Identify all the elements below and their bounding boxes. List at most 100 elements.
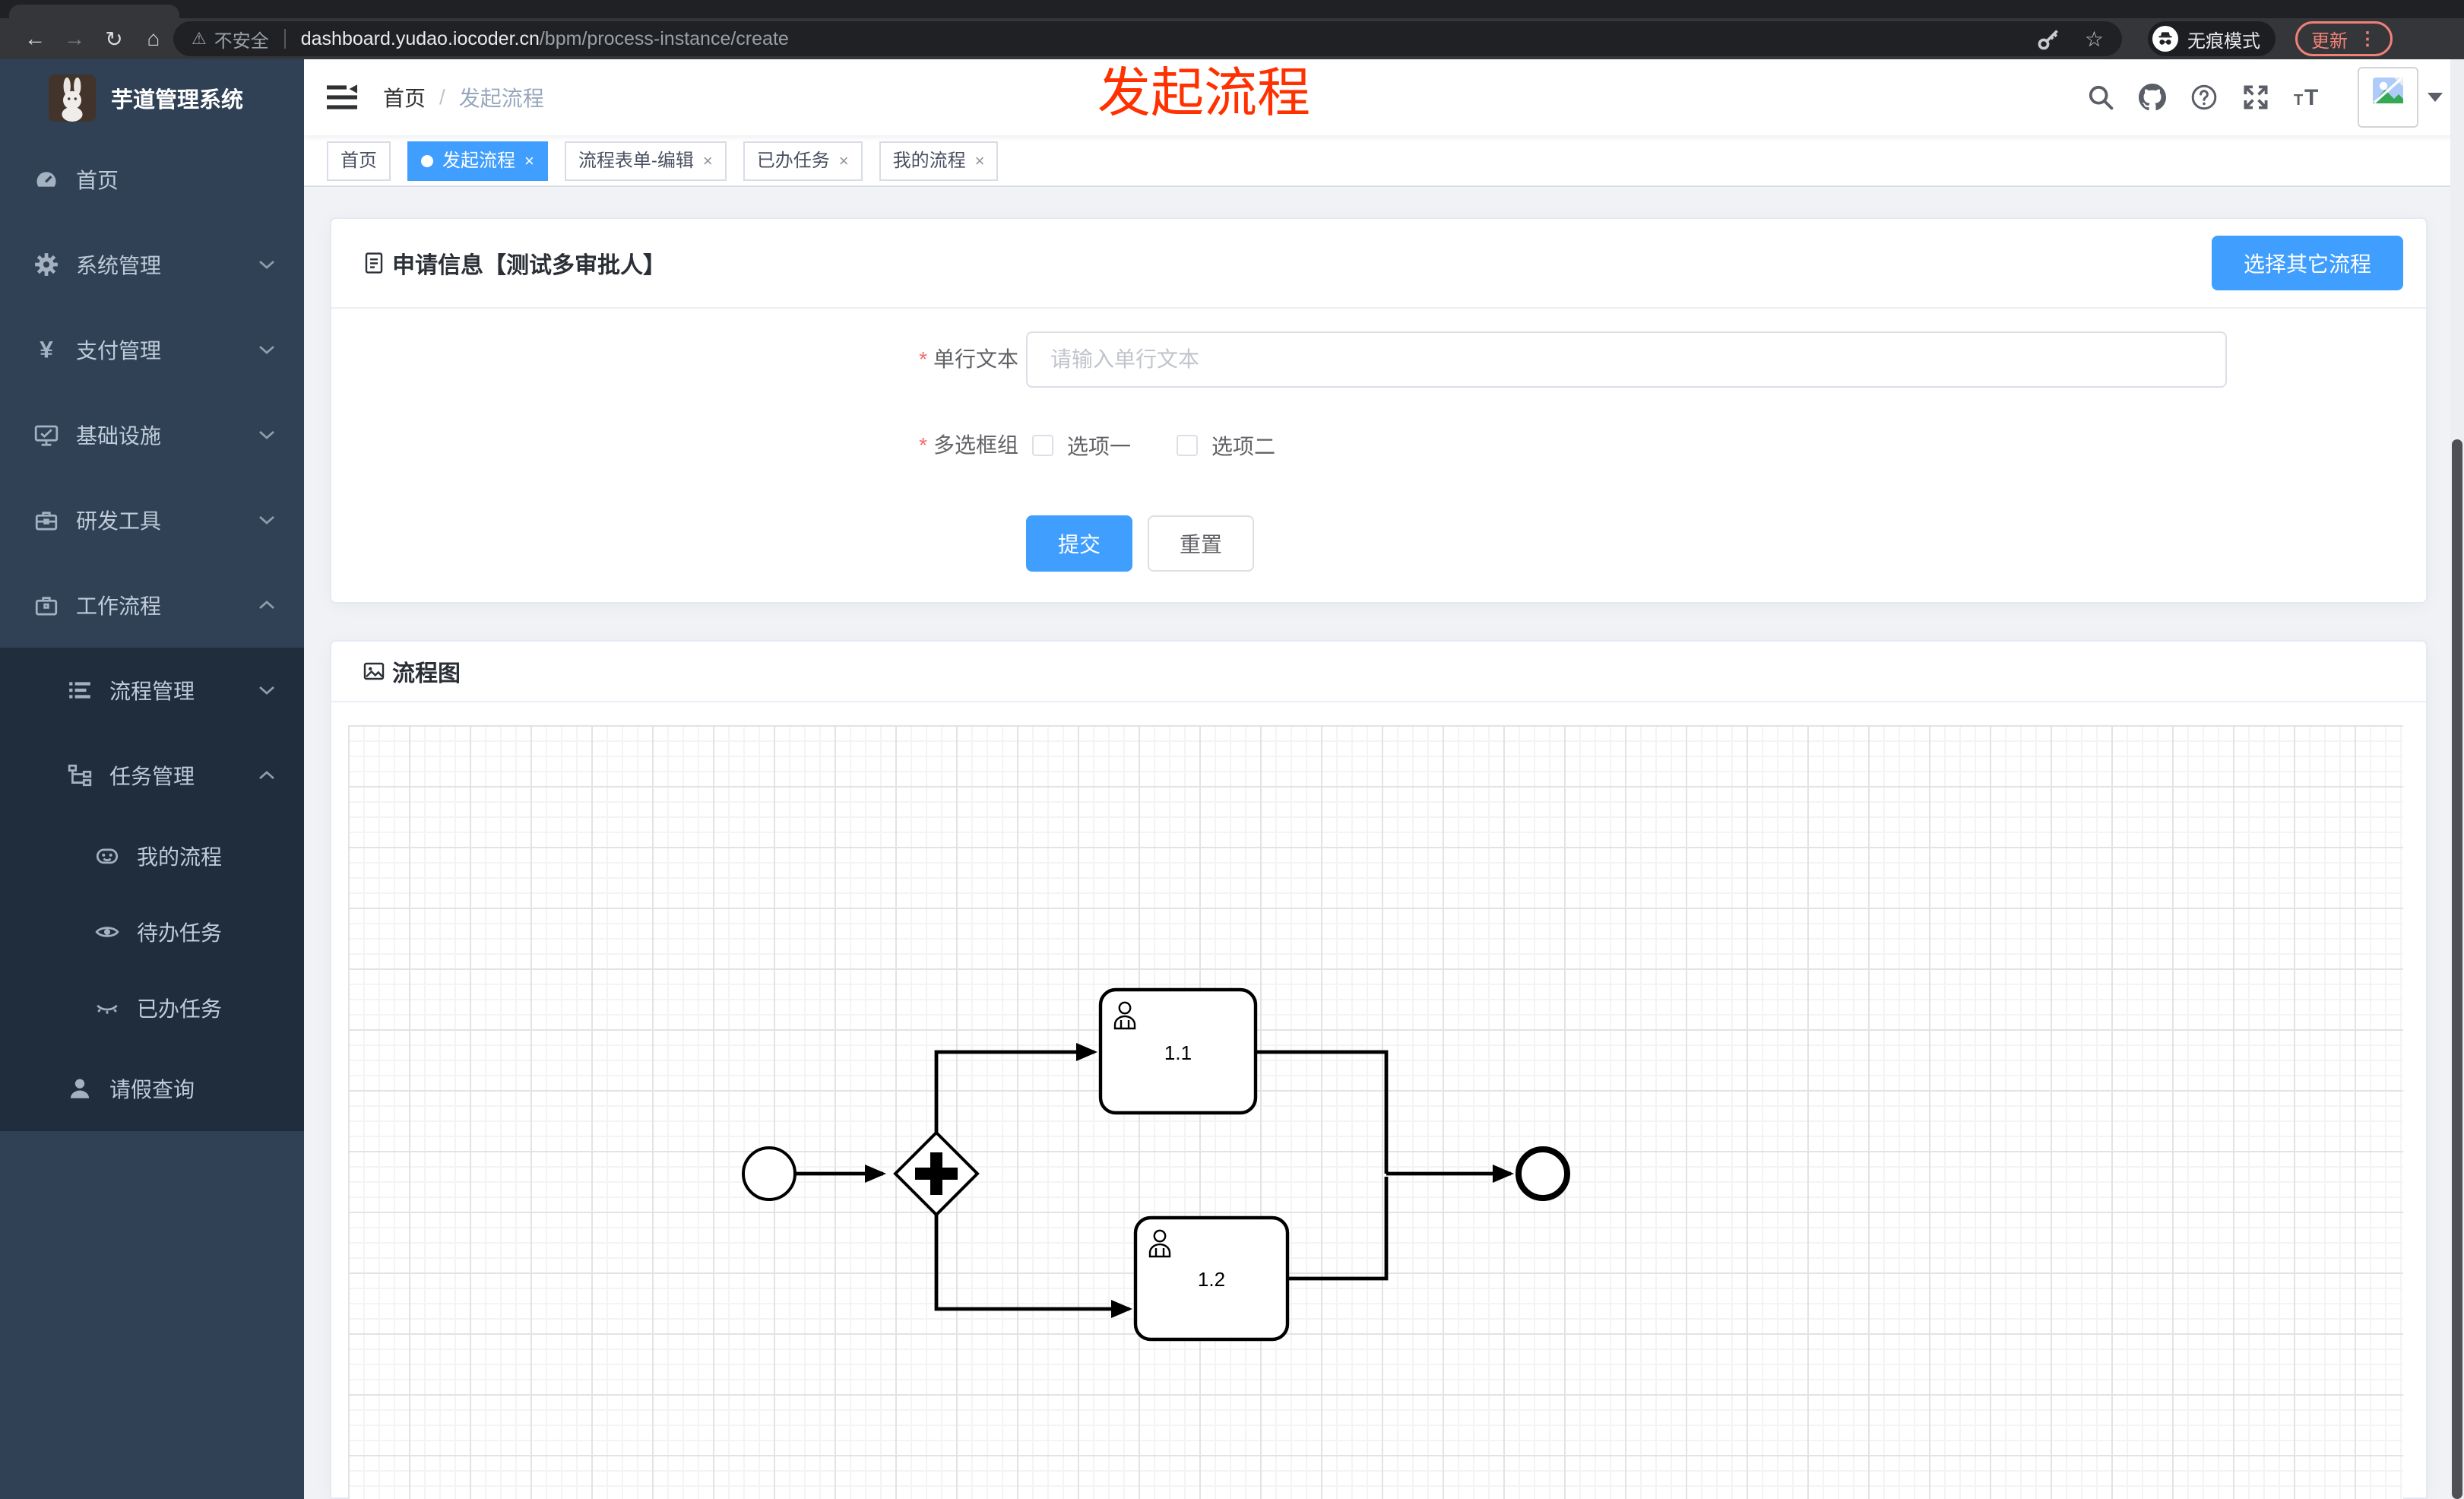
help-icon[interactable] [2190, 84, 2218, 111]
browser-active-tab[interactable] [9, 5, 179, 18]
checkbox-label[interactable]: 选项二 [1211, 430, 1275, 461]
required-asterisk: * [919, 347, 927, 371]
breadcrumb-home[interactable]: 首页 [383, 82, 426, 113]
bpmn-end-event[interactable] [1515, 1146, 1570, 1201]
checkbox-label[interactable]: 选项一 [1067, 430, 1131, 461]
toolbox-icon [35, 512, 58, 531]
chevron-down-icon [259, 260, 274, 269]
tag-dot [421, 155, 433, 167]
top-navbar: 首页 / 发起流程 TT [304, 59, 2464, 135]
browser-menu-icon[interactable]: ⋮ [2358, 28, 2377, 50]
reload-icon[interactable]: ↻ [94, 27, 134, 52]
reset-button[interactable]: 重置 [1148, 515, 1254, 572]
sidebar-item-label: 我的流程 [137, 845, 223, 869]
tree-icon [68, 764, 92, 787]
sidebar-item-workflow[interactable]: 工作流程 [0, 563, 304, 648]
tag-label: 我的流程 [892, 151, 966, 171]
bpmn-parallel-gateway[interactable] [893, 1130, 980, 1217]
tag-my-process[interactable]: 我的流程 × [879, 141, 999, 181]
forward-icon[interactable]: → [55, 27, 94, 51]
sidebar-item-infrastructure[interactable]: 基础设施 [0, 392, 304, 477]
url-path: /bpm/process-instance/create [539, 27, 789, 49]
back-icon[interactable]: ← [15, 27, 55, 51]
gear-icon [35, 253, 58, 276]
sidebar-item-devtools[interactable]: 研发工具 [0, 477, 304, 563]
tags-view: 首页 发起流程 × 流程表单-编辑 × 已办任务 × 我的流程 × [304, 135, 2464, 187]
sidebar-item-done-tasks[interactable]: 已办任务 [0, 970, 304, 1046]
sidebar-item-task-mgmt[interactable]: 任务管理 [0, 733, 304, 818]
sidebar-item-payment[interactable]: ¥ 支付管理 [0, 307, 304, 392]
eye-icon [95, 927, 119, 937]
window-scrollbar[interactable] [2450, 59, 2464, 1499]
checkbox-option-1[interactable] [1032, 435, 1053, 456]
close-icon[interactable]: × [524, 143, 534, 179]
font-size-icon[interactable]: TT [2294, 84, 2321, 111]
github-icon[interactable] [2139, 84, 2166, 111]
bpmn-user-task-1-1[interactable]: 1.1 [1098, 987, 1258, 1115]
sidebar-item-process-mgmt[interactable]: 流程管理 [0, 648, 304, 733]
sidebar-item-label: 已办任务 [137, 997, 223, 1021]
bpmn-canvas[interactable]: 1.1 1.2 [348, 725, 2403, 1499]
monitor-icon [34, 425, 59, 446]
checkbox-option-2[interactable] [1177, 435, 1199, 456]
bpmn-user-task-1-2[interactable]: 1.2 [1133, 1215, 1290, 1342]
flow-task2-to-join [1287, 1177, 1389, 1281]
sidebar-item-leave-query[interactable]: 请假查询 [0, 1046, 304, 1131]
chevron-down-icon [259, 430, 274, 439]
tag-form-edit[interactable]: 流程表单-编辑 × [564, 141, 727, 181]
card-title: 申请信息【测试多审批人】 [362, 246, 666, 280]
card-title-text: 申请信息【测试多审批人】 [392, 253, 666, 278]
breadcrumb-separator: / [439, 85, 445, 109]
process-diagram-card: 流程图 1.1 1.2 [330, 640, 2428, 1499]
app-logo [49, 74, 96, 122]
broken-image-icon [2373, 77, 2403, 104]
list-icon [69, 682, 90, 699]
sidebar-item-todo-tasks[interactable]: 待办任务 [0, 894, 304, 970]
bpmn-start-event[interactable] [742, 1146, 797, 1201]
close-icon[interactable]: × [703, 143, 713, 179]
home-icon[interactable]: ⌂ [134, 27, 173, 51]
tag-label: 发起流程 [442, 151, 515, 171]
main-content: 申请信息【测试多审批人】 选择其它流程 *单行文本 *多选框组 选项一 选项二 … [304, 187, 2464, 1499]
app-logo-row[interactable]: 芋道管理系统 [0, 59, 304, 137]
card-title-text: 流程图 [392, 661, 461, 686]
breadcrumb: 首页 / 发起流程 [383, 82, 544, 113]
avatar[interactable] [2358, 67, 2418, 128]
tag-done-tasks[interactable]: 已办任务 × [743, 141, 863, 181]
sidebar-item-label: 流程管理 [109, 680, 195, 703]
sidebar-item-label: 请假查询 [109, 1078, 195, 1101]
sidebar-item-label: 研发工具 [76, 509, 162, 533]
flow-gateway-to-task2 [934, 1215, 1132, 1318]
tag-create-process[interactable]: 发起流程 × [407, 141, 548, 181]
incognito-label: 无痕模式 [2187, 30, 2260, 52]
sidebar-item-home[interactable]: 首页 [0, 137, 304, 222]
key-icon[interactable] [2036, 27, 2060, 51]
sidebar-item-label: 首页 [76, 169, 119, 192]
tag-home[interactable]: 首页 [327, 141, 391, 181]
chevron-down-icon [259, 515, 274, 524]
submit-button[interactable]: 提交 [1026, 515, 1132, 572]
single-line-text-input[interactable] [1026, 331, 2227, 388]
browser-update-button[interactable]: 更新 ⋮ [2295, 21, 2393, 56]
hamburger-icon[interactable] [327, 84, 357, 111]
avatar-caret-icon[interactable] [2428, 93, 2443, 102]
search-icon[interactable] [2087, 84, 2114, 111]
sidebar-item-my-process[interactable]: 我的流程 [0, 818, 304, 894]
fullscreen-icon[interactable] [2242, 84, 2269, 111]
tag-label: 流程表单-编辑 [578, 151, 694, 171]
bookmark-star-icon[interactable]: ☆ [2085, 27, 2104, 52]
sidebar-item-label: 任务管理 [109, 765, 195, 788]
close-icon[interactable]: × [975, 143, 985, 179]
choose-other-process-button[interactable]: 选择其它流程 [2212, 236, 2403, 290]
sidebar-item-system[interactable]: 系统管理 [0, 222, 304, 307]
card-title: 流程图 [362, 654, 461, 688]
svg-text:T: T [2294, 92, 2303, 109]
apply-info-card: 申请信息【测试多审批人】 选择其它流程 *单行文本 *多选框组 选项一 选项二 … [330, 217, 2428, 604]
scrollbar-thumb[interactable] [2452, 439, 2462, 1499]
picture-icon [363, 662, 385, 680]
field-label-checkbox: * 多选框组 [919, 433, 1018, 457]
security-label[interactable]: 不安全 [214, 26, 269, 52]
yen-icon: ¥ [40, 337, 53, 363]
close-icon[interactable]: × [839, 143, 849, 179]
chevron-down-icon [259, 345, 274, 354]
